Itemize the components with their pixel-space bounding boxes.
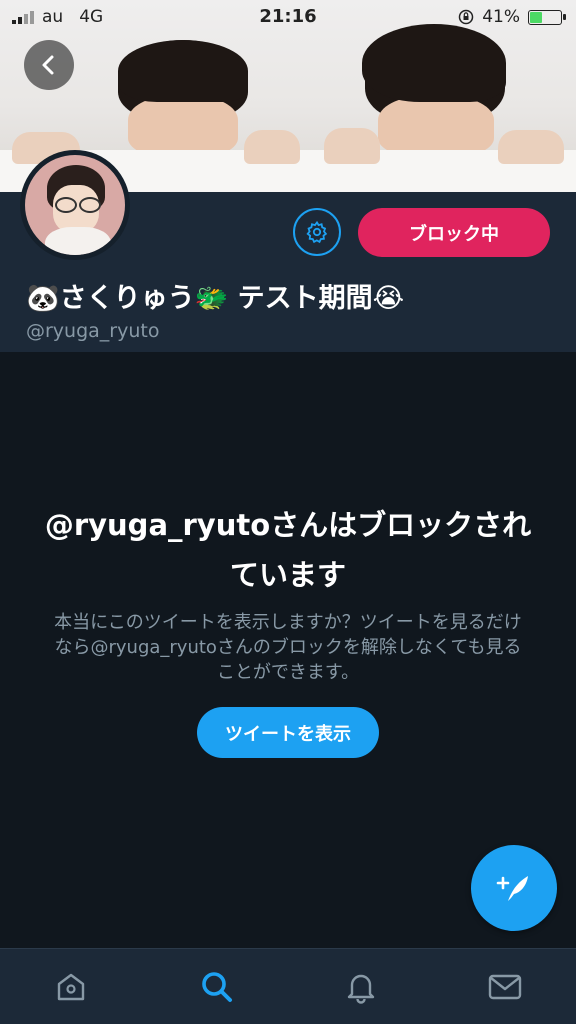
messages-icon [488, 974, 522, 1000]
avatar[interactable] [20, 150, 130, 260]
gear-icon [306, 220, 328, 244]
back-button[interactable] [24, 40, 74, 90]
battery-percent: 41% [482, 7, 520, 27]
compose-tweet-button[interactable] [471, 845, 557, 931]
tab-messages[interactable] [485, 967, 525, 1007]
tab-home[interactable] [51, 967, 91, 1007]
bottom-tab-bar [0, 948, 576, 1024]
show-tweets-button[interactable]: ツイートを表示 [197, 707, 379, 758]
blocked-title: @ryuga_ryutoさんはブロックされています [44, 508, 532, 592]
compose-tweet-icon [496, 876, 528, 901]
user-handle: @ryuga_ryuto [26, 320, 160, 342]
notifications-icon [347, 974, 375, 1004]
tab-search[interactable] [197, 967, 237, 1007]
tab-notifications[interactable] [341, 967, 381, 1007]
home-icon [57, 973, 85, 1001]
blocking-button[interactable]: ブロック中 [358, 208, 550, 257]
search-icon [202, 972, 232, 1002]
chevron-left-icon [42, 55, 54, 75]
display-name: 🐼さくりゅう🐲 テスト期間😭 [26, 283, 405, 314]
blocked-description: 本当にこのツイートを表示しますか？ツイートを見るだけなら@ryuga_ryuto… [54, 612, 522, 683]
battery-icon [528, 9, 566, 25]
orientation-lock-icon [458, 9, 474, 25]
status-bar: au 4G 21:16 41% [0, 0, 576, 34]
settings-button[interactable] [293, 208, 341, 256]
